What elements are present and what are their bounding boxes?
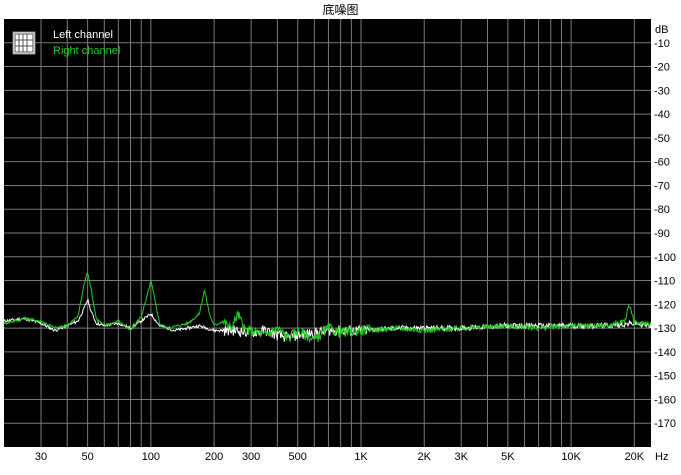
legend-icon [12,31,36,55]
x-tick-label: 30 [35,451,47,463]
x-tick-label: 500 [289,451,307,463]
x-tick-label: 3K [455,451,469,463]
y-tick-label: -80 [654,204,670,216]
x-tick-label: 1K [354,451,368,463]
x-tick-labels: 30 50 100 200 300 500 1K 2K 3K 5K 10K 20K [35,451,645,463]
y-tick-label: -170 [654,418,676,430]
y-tick-label: -130 [654,323,676,335]
x-tick-label: 50 [81,451,93,463]
y-tick-label: -110 [654,276,675,288]
x-axis-unit-label: Hz [655,451,668,463]
y-tick-labels: -10 -20 -30 -40 -50 -60 -70 -80 -90 -100 -110 -120 -… [654,38,676,430]
y-axis-unit-label: dB [655,24,668,36]
noise-floor-chart: -10 -20 -30 -40 -50 -60 -70 -80 -90 -100 -110 -120 -… [3,19,676,463]
y-tick-label: -90 [654,228,670,240]
y-tick-label: -10 [654,38,670,50]
y-tick-label: -50 [654,133,670,145]
y-tick-label: -30 [654,85,670,97]
y-tick-label: -70 [654,180,670,192]
y-tick-label: -120 [654,299,676,311]
y-tick-label: -160 [654,394,676,406]
x-tick-label: 300 [242,451,260,463]
y-tick-label: -40 [654,109,670,121]
x-tick-label: 5K [501,451,515,463]
x-tick-label: 100 [142,451,160,463]
y-tick-label: -100 [654,252,676,264]
y-tick-label: -20 [654,62,670,74]
x-tick-label: 10K [561,451,581,463]
x-tick-label: 200 [205,451,223,463]
x-tick-label: 20K [625,451,645,463]
y-tick-label: -150 [654,371,676,383]
x-tick-label: 2K [418,451,432,463]
legend-right-channel: Right channel [53,45,120,57]
legend-left-channel: Left channel [53,29,113,41]
y-tick-label: -140 [654,347,676,359]
y-tick-label: -60 [654,157,670,169]
